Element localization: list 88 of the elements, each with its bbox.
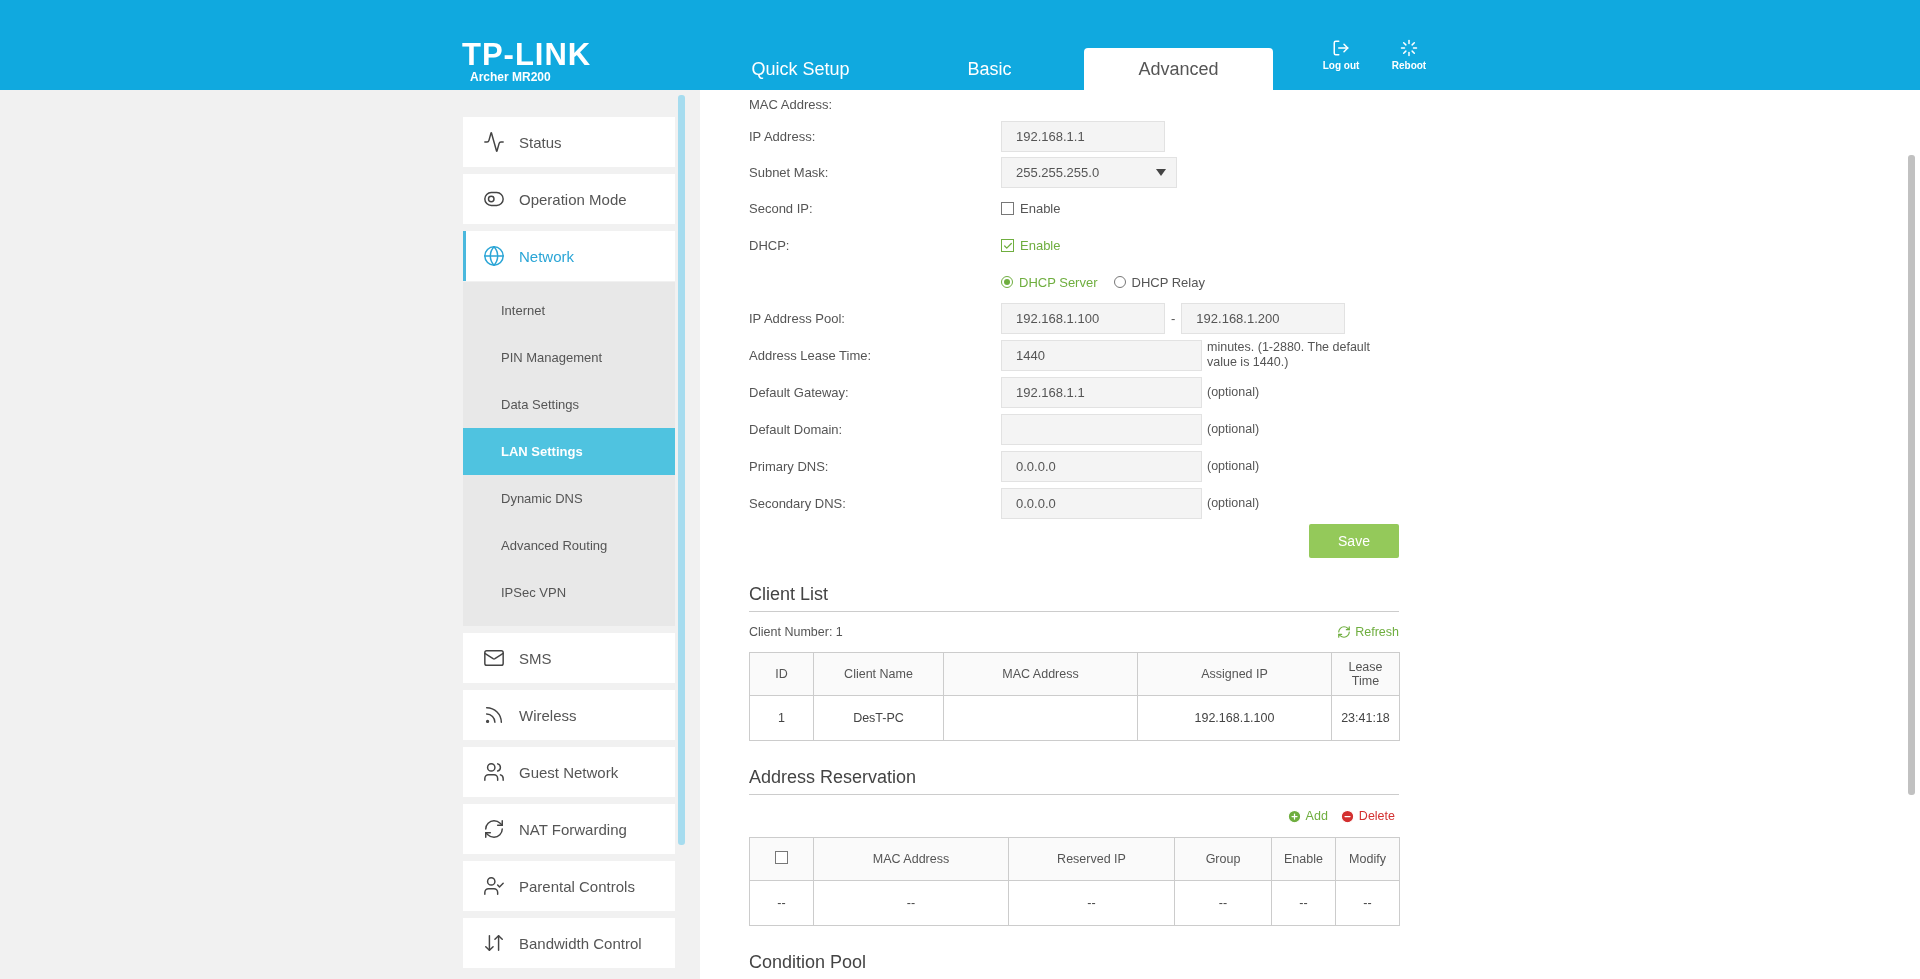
field-note: (optional) (1207, 385, 1261, 400)
column-header: MAC Address (813, 837, 1009, 881)
sidebar-item[interactable]: Parental Controls (463, 861, 675, 911)
field-label: Default Domain: (749, 422, 844, 437)
column-header: Assigned IP (1137, 652, 1332, 696)
dropdown-arrow-icon (1156, 168, 1166, 176)
field-label: Second IP: (749, 201, 814, 216)
field-label: Secondary DNS: (749, 496, 847, 511)
column-header: ID (749, 652, 814, 696)
text-field[interactable]: 1440 (1001, 339, 1202, 371)
submenu-item[interactable]: IPSec VPN (463, 569, 675, 616)
submenu-item[interactable]: Data Settings (463, 381, 675, 428)
field-label: Primary DNS: (749, 459, 830, 474)
field-label: DHCP: (749, 238, 791, 253)
enable-checkbox[interactable]: Enable (1001, 201, 1061, 216)
sidebar-item[interactable]: SMS (463, 633, 675, 683)
sidebar-item[interactable]: Operation Mode (463, 174, 675, 224)
select-all-checkbox[interactable] (775, 851, 788, 864)
field-note: (optional) (1207, 496, 1261, 511)
section-title: Condition Pool (749, 952, 868, 974)
refresh-icon (1337, 625, 1352, 639)
text-field[interactable]: 192.168.1.1 (1001, 377, 1202, 408)
section-title: Client List (749, 584, 1399, 612)
sidebar-item[interactable]: Bandwidth Control (463, 918, 675, 968)
brand-logo: TP-LINK (462, 40, 593, 70)
signal-icon (483, 704, 505, 726)
column-header: Modify (1335, 837, 1400, 881)
logout-icon (1332, 39, 1350, 57)
plus-icon (1286, 808, 1302, 824)
nav-tab[interactable]: Advanced (1084, 48, 1273, 90)
table-cell: -- (749, 880, 814, 926)
select-field[interactable]: 255.255.255.0 (1001, 156, 1177, 188)
text-field[interactable]: 192.168.1.100 (1001, 302, 1165, 334)
field-note: (optional) (1207, 422, 1261, 437)
table-cell: 23:41:18 (1331, 695, 1400, 741)
submenu-item[interactable]: Dynamic DNS (463, 475, 675, 522)
submenu-item[interactable]: PIN Management (463, 334, 675, 381)
sidebar-item[interactable]: Status (463, 117, 675, 167)
radio-option[interactable]: DHCP Relay (1113, 274, 1205, 290)
column-header: Client Name (813, 652, 944, 696)
text-field[interactable]: 192.168.1.1 (1001, 120, 1165, 152)
delete-link[interactable]: Delete (1339, 808, 1395, 824)
submenu-item[interactable]: Advanced Routing (463, 522, 675, 569)
field-note: (optional) (1207, 459, 1261, 474)
sidebar-item[interactable]: NAT Forwarding (463, 804, 675, 854)
sidebar-item[interactable]: Wireless (463, 690, 675, 740)
spinner-icon (1400, 39, 1418, 57)
model-name: Archer MR200 (469, 70, 552, 84)
checkmark-icon (1002, 240, 1013, 251)
table-cell: 1 (749, 695, 814, 741)
section-title: Address Reservation (749, 767, 1399, 795)
scrollbar[interactable] (1908, 155, 1915, 795)
field-label: Address Lease Time: (749, 347, 873, 363)
field-label: IP Address: (749, 128, 817, 144)
pulse-icon (483, 131, 505, 153)
field-note: minutes. (1-2880. The default value is 1440.) (1207, 340, 1372, 370)
table-cell: 192.168.1.100 (1137, 695, 1332, 741)
column-header: Enable (1271, 837, 1336, 881)
table-cell: -- (1271, 880, 1336, 926)
column-header: Lease Time (1331, 652, 1400, 696)
envelope-icon (483, 647, 505, 669)
table-cell: -- (1174, 880, 1272, 926)
table-cell: -- (813, 880, 1009, 926)
cycle-icon (483, 818, 505, 840)
text-field[interactable]: 0.0.0.0 (1001, 488, 1202, 519)
column-header: Reserved IP (1008, 837, 1175, 881)
scrollbar[interactable] (678, 95, 685, 845)
globe-icon (483, 245, 505, 267)
table-cell: -- (1008, 880, 1175, 926)
arrows-icon (483, 932, 505, 954)
table-cell: -- (1335, 880, 1400, 926)
client-count: Client Number: 1 (749, 625, 843, 639)
field-label: MAC Address: (749, 96, 834, 112)
column-header: Group (1174, 837, 1272, 881)
table-cell: DesT-PC (813, 695, 944, 741)
text-field[interactable]: 192.168.1.200 (1181, 302, 1346, 334)
field-label: Default Gateway: (749, 385, 850, 400)
field-label: Subnet Mask: (749, 164, 830, 180)
minus-icon (1339, 808, 1355, 824)
people-icon (483, 761, 505, 783)
text-field[interactable]: 0.0.0.0 (1001, 451, 1202, 482)
range-separator: - (1171, 310, 1176, 326)
text-field[interactable] (1001, 414, 1202, 445)
column-header: MAC Address (943, 652, 1138, 696)
sidebar-item[interactable]: Guest Network (463, 747, 675, 797)
field-label: IP Address Pool: (749, 310, 846, 326)
submenu-item[interactable]: Internet (463, 287, 675, 334)
user-icon (483, 875, 505, 897)
